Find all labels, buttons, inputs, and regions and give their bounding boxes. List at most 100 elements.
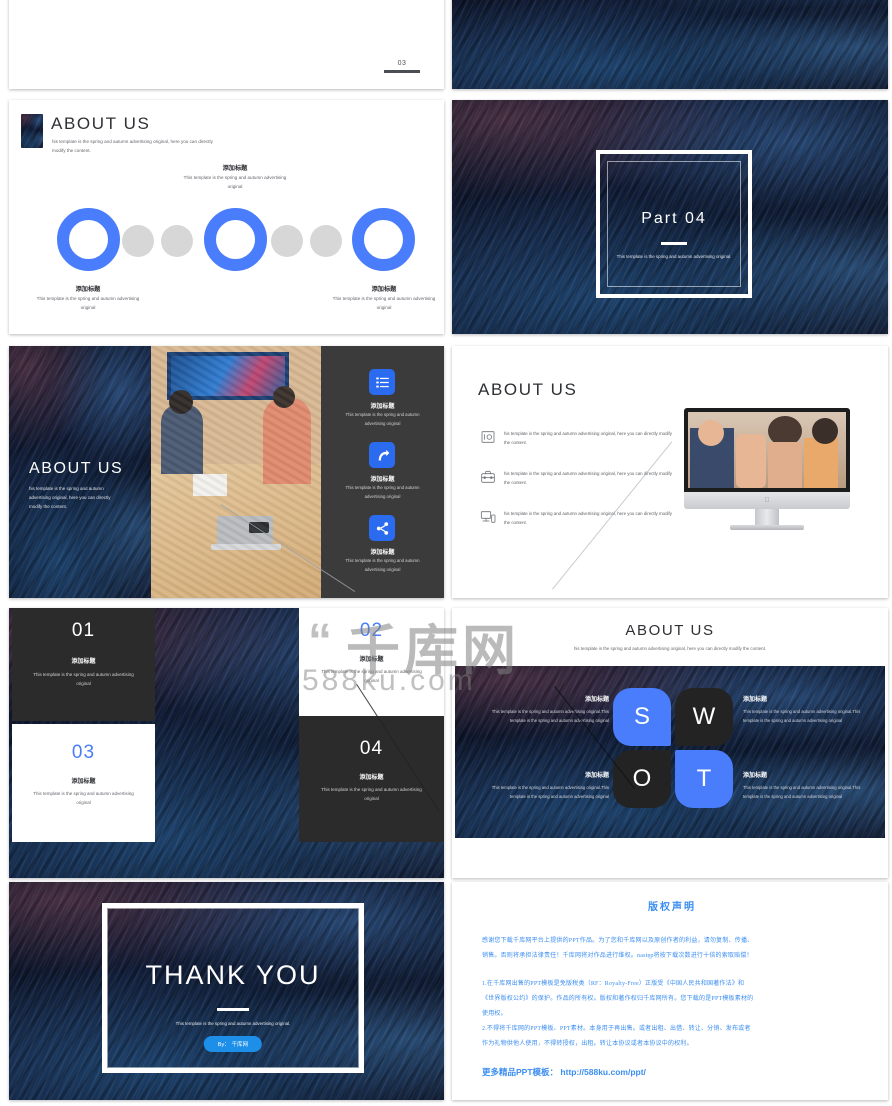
swot-text-4: 添加标题 This template is the spring and aut… bbox=[743, 770, 863, 801]
copyright-heading: 版权声明 bbox=[648, 902, 696, 913]
swot-zh-1: 添加标题 bbox=[584, 697, 609, 703]
copyright-p3-l2: 作为礼物供他人使用，不得转授权，出租。转让本协议或者本协议中的权利。 bbox=[482, 1041, 693, 1047]
quadrant-01[interactable]: 01 添加标题 This template is the spring and … bbox=[12, 608, 155, 721]
slide-thumbnail-6[interactable]: ABOUT US his template is the spring and … bbox=[452, 346, 888, 598]
icon-panel-zh-2: 添加标题 bbox=[370, 477, 395, 483]
desktop-icon bbox=[480, 509, 496, 525]
swot-petal-w[interactable]: W bbox=[675, 688, 733, 746]
page-number-value: 03 bbox=[397, 60, 407, 68]
quadrant-number-03: 03 bbox=[71, 742, 96, 763]
thankyou-frame: THANK YOU This template is the spring an… bbox=[102, 903, 364, 1073]
thankyou-byline-button[interactable]: By： 千库网 bbox=[203, 1036, 263, 1052]
feature-text-3: his template is the spring and autumn ad… bbox=[504, 511, 672, 526]
swot-petal-s[interactable]: S bbox=[613, 688, 671, 746]
gray-dot-1 bbox=[122, 225, 154, 257]
circle-label-zh-1: 添加标题 bbox=[75, 286, 101, 293]
slide-thumbnail-9[interactable]: THANK YOU This template is the spring an… bbox=[9, 882, 444, 1100]
ring-circle-1 bbox=[57, 208, 120, 271]
icon-panel-zh-1: 添加标题 bbox=[370, 404, 395, 410]
quadrant-zh-02: 添加标题 bbox=[359, 657, 384, 663]
safe-box-icon bbox=[480, 429, 496, 445]
gray-dot-4 bbox=[310, 225, 342, 257]
gray-dot-3 bbox=[271, 225, 303, 257]
part-body: This template is the spring and autumn a… bbox=[616, 254, 732, 259]
slide-thumbnail-4[interactable]: Part 04 This template is the spring and … bbox=[452, 100, 888, 334]
swot-zh-4: 添加标题 bbox=[743, 773, 768, 779]
slide-thumbnail-1[interactable]: 添加标题 This template is the spring and aut… bbox=[9, 0, 444, 89]
gray-dot-2 bbox=[161, 225, 193, 257]
slide8-title: ABOUT US bbox=[625, 622, 715, 639]
copyright-p1-l1: 感谢您下载千库网平台上提供的PPT作品。为了您和千库网以及原创作者的利益，请勿复… bbox=[482, 938, 754, 944]
slide-thumbnail-3[interactable]: ABOUT US his template is the spring and … bbox=[9, 100, 444, 334]
ring-circle-2 bbox=[204, 208, 267, 271]
thankyou-body: This template is the spring and autumn a… bbox=[175, 1021, 291, 1026]
swot-en-2: This template is the spring and autumn a… bbox=[743, 709, 861, 723]
ppt-preview-sheet: 添加标题 This template is the spring and aut… bbox=[0, 0, 892, 1106]
quadrant-en-03: This template is the spring and autumn a… bbox=[33, 791, 134, 805]
swot-en-1: This template is the spring and autumn a… bbox=[491, 709, 609, 723]
quadrant-04[interactable]: 04 添加标题 This template is the spring and … bbox=[299, 716, 444, 842]
slide-thumbnail-2[interactable]: ABOUT US his template is the spring and … bbox=[452, 0, 888, 89]
quadrant-en-02: This template is the spring and autumn a… bbox=[321, 669, 422, 683]
wave-background bbox=[452, 0, 888, 89]
feature-row-2: his template is the spring and autumn ad… bbox=[480, 469, 674, 487]
ring-circle-3 bbox=[352, 208, 415, 271]
copyright-p3-l1: 2.不得将千库网的PPT模板、PPT素材。本身用于再出售。或者出租、出借、转让、… bbox=[482, 1026, 751, 1032]
quadrant-zh-03: 添加标题 bbox=[71, 779, 96, 785]
part-label: Part 04 bbox=[641, 210, 707, 227]
curved-arrow-icon[interactable] bbox=[369, 442, 395, 468]
briefcase-icon bbox=[480, 469, 496, 485]
slide-thumbnail-8[interactable]: ABOUT US his template is the spring and … bbox=[452, 608, 888, 878]
quadrant-zh-04: 添加标题 bbox=[359, 775, 384, 781]
circle-label-en-1: This template is the spring and autumn a… bbox=[36, 296, 140, 310]
swot-text-1: 添加标题 This template is the spring and aut… bbox=[489, 694, 609, 725]
part-divider bbox=[661, 242, 687, 245]
quadrant-number-01: 01 bbox=[71, 620, 96, 641]
part-frame: Part 04 This template is the spring and … bbox=[596, 150, 752, 298]
slide-thumbnail-5[interactable]: ABOUT US his template is the spring and … bbox=[9, 346, 444, 598]
circle-label-en-3: This template is the spring and autumn a… bbox=[332, 296, 436, 310]
slide1-page-number: 03 bbox=[384, 60, 420, 73]
quadrant-number-02: 02 bbox=[359, 620, 384, 641]
quadrant-en-01: This template is the spring and autumn a… bbox=[33, 672, 134, 686]
thankyou-divider bbox=[217, 1008, 249, 1011]
slide5-overlay-text: ABOUT US his template is the spring and … bbox=[29, 460, 125, 511]
copyright-p2-l3: 使用权。 bbox=[482, 1011, 507, 1017]
slide-thumbnail-10[interactable]: 版权声明 感谢您下载千库网平台上提供的PPT作品。为了您和千库网以及原创作者的利… bbox=[452, 882, 888, 1100]
slide5-body: his template is the spring and autumn ad… bbox=[29, 486, 111, 509]
swot-zh-2: 添加标题 bbox=[743, 697, 768, 703]
icon-panel-en-3: This template is the spring and autumn a… bbox=[345, 558, 420, 572]
quadrant-03[interactable]: 03 添加标题 This template is the spring and … bbox=[12, 724, 155, 842]
feature-row-3: his template is the spring and autumn ad… bbox=[480, 509, 674, 527]
feature-text-1: his template is the spring and autumn ad… bbox=[504, 431, 672, 446]
circle-label-zh-2: 添加标题 bbox=[222, 165, 248, 172]
list-icon[interactable] bbox=[369, 369, 395, 395]
more-templates-url[interactable]: http://588ku.com/ppt/ bbox=[560, 1067, 645, 1077]
imac-stand-base bbox=[730, 525, 804, 530]
team-photo bbox=[688, 412, 846, 488]
circle-label-zh-3: 添加标题 bbox=[371, 286, 397, 293]
imac-mockup:  bbox=[684, 408, 850, 532]
imac-stand-neck bbox=[755, 509, 779, 525]
swot-petal-o[interactable]: O bbox=[613, 750, 671, 808]
icon-panel: 添加标题 This template is the spring and aut… bbox=[321, 346, 444, 598]
slide-thumbnail-7[interactable]: 01 添加标题 This template is the spring and … bbox=[9, 608, 444, 878]
swot-petal-t[interactable]: T bbox=[675, 750, 733, 808]
icon-panel-en-2: This template is the spring and autumn a… bbox=[345, 485, 420, 499]
more-templates-label: 更多精品PPT模板： bbox=[482, 1067, 559, 1077]
quadrant-zh-01: 添加标题 bbox=[71, 659, 96, 665]
swot-en-4: This template is the spring and autumn a… bbox=[743, 785, 861, 799]
slide8-header: ABOUT US his template is the spring and … bbox=[452, 622, 888, 651]
circle-label-en-2: This template is the spring and autumn a… bbox=[183, 175, 287, 189]
apple-logo-icon:  bbox=[764, 497, 769, 504]
icon-panel-zh-3: 添加标题 bbox=[370, 550, 395, 556]
feature-row-1: his template is the spring and autumn ad… bbox=[480, 429, 674, 447]
swot-zh-3: 添加标题 bbox=[584, 773, 609, 779]
swot-stage: S W O T 添加标题 This template is the spring… bbox=[455, 666, 885, 838]
swot-en-3: This template is the spring and autumn a… bbox=[491, 785, 609, 799]
corner-thumbnail bbox=[21, 114, 43, 148]
copyright-p2-l2: 《世界版权公约》的保护。作品的所有权。版权和著作权归千库网所有。您下载的是PPT… bbox=[482, 996, 754, 1002]
quadrant-02[interactable]: 02 添加标题 This template is the spring and … bbox=[299, 608, 444, 720]
share-icon[interactable] bbox=[369, 515, 395, 541]
more-templates-line: 更多精品PPT模板： http://588ku.com/ppt/ bbox=[482, 1066, 862, 1078]
